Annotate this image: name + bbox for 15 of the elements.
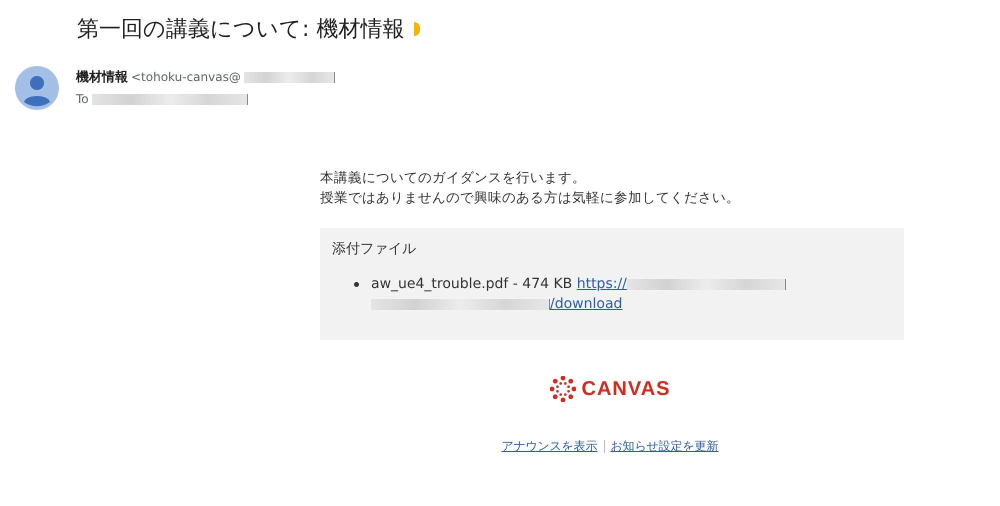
sender-name: 機材情報 — [76, 69, 128, 86]
bullet-icon — [354, 282, 359, 287]
message-text: 授業ではありませんので興味のある方は気軽に参加してください。 — [320, 189, 741, 208]
avatar-icon — [15, 66, 59, 110]
attachment-heading: 添付ファイル — [332, 240, 417, 258]
message-text: 本講義についてのガイダンスを行います。 — [320, 169, 587, 188]
logo-text: CANVAS — [582, 378, 670, 400]
label-icon — [414, 22, 420, 36]
footer-link[interactable]: お知らせ設定を更新 — [610, 438, 718, 455]
footer-link[interactable]: アナウンスを表示 — [502, 438, 598, 455]
email-subject: 第一回の講義について: 機材情報 — [77, 16, 404, 44]
recipient-label: To — [76, 92, 89, 106]
canvas-logo-icon — [550, 376, 576, 402]
sender-address: <tohoku-canvas@ — [131, 70, 241, 84]
file-info: aw_ue4_trouble.pdf - 474 KB — [371, 276, 572, 292]
